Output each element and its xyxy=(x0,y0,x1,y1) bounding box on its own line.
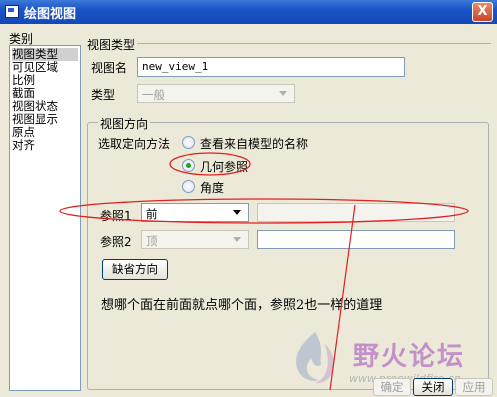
title-bar: 绘图视图 X xyxy=(0,0,497,24)
reference2-target-field[interactable] xyxy=(257,230,455,249)
chevron-down-icon xyxy=(279,91,287,96)
radio-model-name[interactable] xyxy=(182,136,195,149)
reference2-value: 顶 xyxy=(146,234,158,248)
view-name-label: 视图名 xyxy=(91,61,128,75)
view-type-section-label: 视图类型 xyxy=(87,38,136,52)
type-select[interactable]: 一般 xyxy=(137,84,295,103)
close-button[interactable]: 关闭 xyxy=(413,378,453,396)
option-model-name-label: 查看来自模型的名称 xyxy=(200,137,309,151)
flame-logo-icon xyxy=(296,332,334,384)
apply-button[interactable]: 应用 xyxy=(455,378,493,396)
chevron-down-icon xyxy=(233,237,241,242)
default-orientation-button[interactable]: 缺省方向 xyxy=(102,259,168,280)
orientation-group-title: 视图方向 xyxy=(98,115,151,132)
radio-geometry-reference[interactable] xyxy=(182,159,195,172)
annotation-note: 想哪个面在前面就点哪个面，参照2也一样的道理 xyxy=(101,298,383,313)
radio-angle[interactable] xyxy=(182,180,195,193)
reference2-select[interactable]: 顶 xyxy=(141,230,249,249)
reference1-label: 参照1 xyxy=(100,209,132,223)
orientation-method-label: 选取定向方法 xyxy=(98,137,171,151)
category-list[interactable]: 视图类型 可见区域 比例 截面 视图状态 视图显示 原点 对齐 xyxy=(9,45,81,391)
chevron-down-icon xyxy=(233,210,241,215)
section-divider xyxy=(137,43,491,44)
option-angle-label: 角度 xyxy=(200,181,225,195)
view-name-field[interactable]: new_view_1 xyxy=(137,57,405,77)
category-item[interactable]: 对齐 xyxy=(12,139,78,152)
reference1-value: 前 xyxy=(146,207,158,221)
type-select-value: 一般 xyxy=(142,88,165,102)
reference2-label: 参照2 xyxy=(100,235,132,249)
ok-button[interactable]: 确定 xyxy=(373,378,411,396)
type-label: 类型 xyxy=(91,88,116,102)
watermark-text: 野火论坛 xyxy=(353,342,466,372)
window-icon xyxy=(5,5,19,18)
option-geometry-reference-label: 几何参照 xyxy=(200,160,249,174)
close-window-button[interactable]: X xyxy=(472,2,493,22)
window-title: 绘图视图 xyxy=(24,7,77,22)
reference1-select[interactable]: 前 xyxy=(141,203,249,222)
dialog-body: 类别 视图类型 可见区域 比例 截面 视图状态 视图显示 原点 对齐 视图类型 … xyxy=(3,24,494,396)
reference1-target-field[interactable] xyxy=(257,203,455,222)
